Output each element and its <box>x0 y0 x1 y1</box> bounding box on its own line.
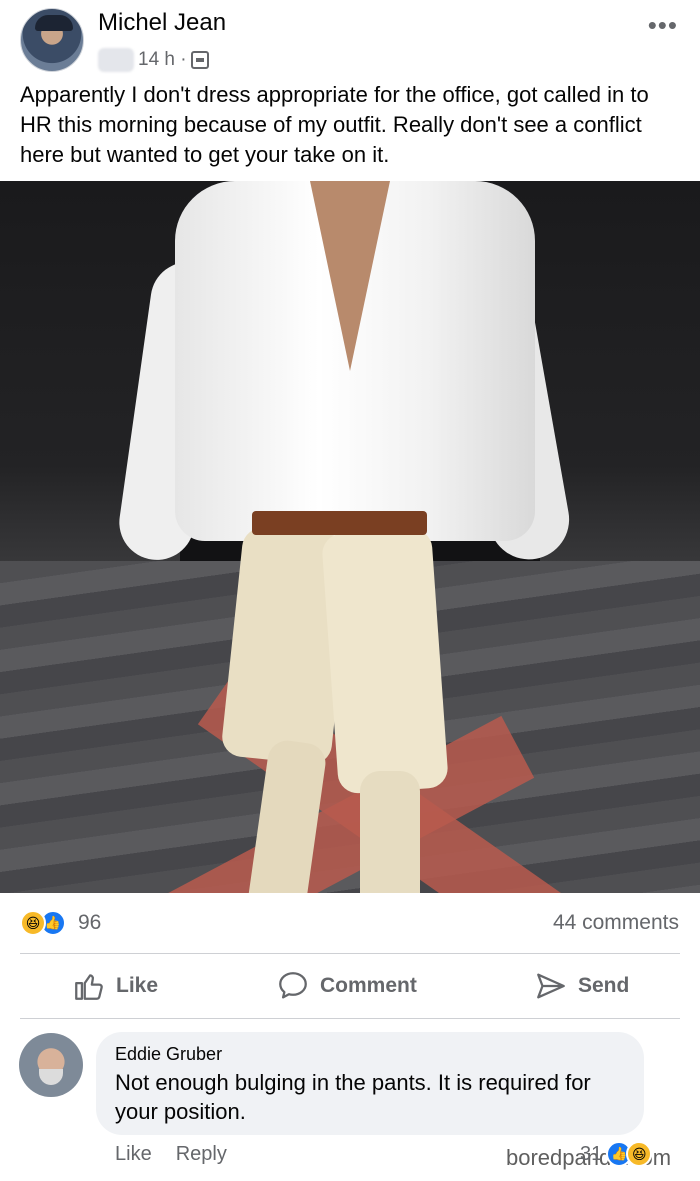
comments-count[interactable]: 44 comments <box>553 911 679 935</box>
haha-icon: 😆 <box>626 1141 653 1167</box>
send-label: Send <box>578 974 630 997</box>
audience-icon[interactable] <box>190 51 209 69</box>
haha-icon: 😆 <box>20 910 46 936</box>
like-label: Like <box>116 974 159 997</box>
comment-button[interactable]: Comment <box>276 969 417 1003</box>
divider <box>20 953 680 954</box>
comment-text: Not enough bulging in the pants. It is r… <box>115 1070 591 1124</box>
comment-reactions[interactable]: 31 👍 😆 <box>580 1141 653 1167</box>
thumbs-up-icon <box>75 974 103 1000</box>
author-name[interactable]: Michel Jean <box>98 9 226 37</box>
reactions-summary: 😆 👍 96 44 comments <box>0 893 700 953</box>
comment-bubble: Eddie Gruber Not enough bulging in the p… <box>96 1032 644 1135</box>
like-button[interactable]: Like <box>72 969 158 1003</box>
comment-actions: Like Reply <box>115 1143 227 1166</box>
post-time[interactable]: 14 h · <box>138 49 187 71</box>
send-button[interactable]: Send <box>534 969 629 1003</box>
commenter-name[interactable]: Eddie Gruber <box>115 1044 222 1065</box>
post-actions: Like Comment Send <box>0 955 700 1017</box>
divider <box>20 1018 680 1019</box>
blurred-info <box>98 48 134 72</box>
reaction-icons[interactable]: 😆 👍 <box>20 910 66 936</box>
post-text: Apparently I don't dress appropriate for… <box>20 82 649 167</box>
post-meta: 14 h · <box>98 48 209 72</box>
author-avatar[interactable] <box>20 8 84 72</box>
more-options-icon[interactable]: ••• <box>648 10 678 41</box>
comment-reactions-count: 31 <box>580 1142 603 1165</box>
send-icon <box>537 973 565 999</box>
comment-label: Comment <box>320 974 417 997</box>
commenter-avatar[interactable] <box>19 1033 83 1097</box>
post-photo[interactable] <box>0 181 700 893</box>
post-header: Michel Jean 14 h · ••• <box>0 0 700 80</box>
comment-reply-button[interactable]: Reply <box>176 1143 227 1166</box>
reactions-count[interactable]: 96 <box>78 911 101 935</box>
comment-like-button[interactable]: Like <box>115 1143 152 1166</box>
comment-item: Eddie Gruber Not enough bulging in the p… <box>0 1020 700 1181</box>
comment-icon <box>279 972 307 999</box>
